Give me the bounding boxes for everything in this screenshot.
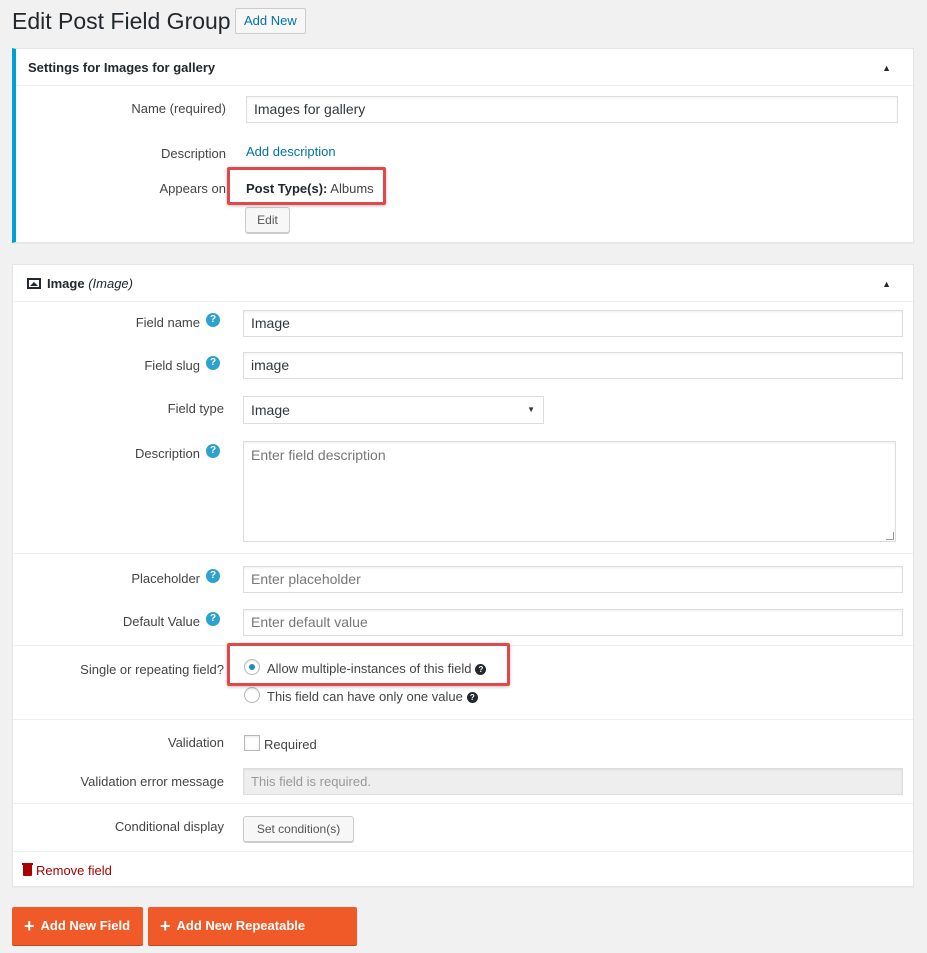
highlight-box bbox=[227, 643, 510, 686]
placeholder-label: Placeholder bbox=[131, 571, 200, 586]
validation-message-input: This field is required. bbox=[243, 768, 903, 795]
help-icon[interactable]: ? bbox=[206, 444, 220, 458]
question-icon[interactable]: ? bbox=[466, 692, 478, 703]
radio-single-label[interactable]: This field can have only one value? bbox=[267, 689, 478, 704]
highlight-box bbox=[227, 167, 386, 205]
image-icon bbox=[27, 278, 41, 289]
divider bbox=[13, 851, 913, 852]
help-icon[interactable]: ? bbox=[206, 612, 220, 626]
help-icon[interactable]: ? bbox=[206, 569, 220, 583]
group-name-input[interactable]: Images for gallery bbox=[246, 96, 898, 123]
default-value-label: Default Value bbox=[122, 614, 200, 629]
description-placeholder: Enter field description bbox=[251, 447, 386, 463]
required-checkbox[interactable] bbox=[244, 735, 260, 751]
remove-field-text: Remove field bbox=[36, 863, 112, 878]
divider bbox=[13, 803, 913, 804]
name-label: Name (required) bbox=[131, 101, 226, 116]
placeholder-input[interactable]: Enter placeholder bbox=[243, 566, 903, 593]
plus-icon: + bbox=[24, 916, 35, 936]
field-name-label: Field name bbox=[135, 315, 200, 330]
remove-field-link[interactable]: Remove field bbox=[22, 863, 112, 878]
add-new-button[interactable]: Add New bbox=[235, 8, 306, 34]
settings-panel: Settings for Images for gallery ▲ Name (… bbox=[12, 48, 914, 243]
chevron-down-icon: ▼ bbox=[527, 405, 535, 414]
help-icon[interactable]: ? bbox=[206, 313, 220, 327]
add-new-repeatable-group-label: Add New Repeatable Group bbox=[176, 918, 306, 933]
radio-single[interactable] bbox=[244, 687, 260, 703]
field-slug-input[interactable]: image bbox=[243, 352, 903, 379]
divider bbox=[13, 719, 913, 720]
set-condition-button[interactable]: Set condition(s) bbox=[243, 816, 354, 842]
appears-on-label: Appears on bbox=[159, 181, 227, 196]
repeat-label: Single or repeating field? bbox=[80, 662, 224, 677]
collapse-icon[interactable]: ▲ bbox=[882, 279, 891, 289]
add-new-field-button[interactable]: + Add New Field bbox=[12, 907, 143, 945]
required-label[interactable]: Required bbox=[264, 737, 317, 752]
validation-message-label: Validation error message bbox=[80, 774, 224, 789]
field-type-select[interactable]: Image ▼ bbox=[243, 396, 544, 424]
page-title: Edit Post Field Group bbox=[12, 8, 231, 34]
add-new-repeatable-group-button[interactable]: + Add New Repeatable Group bbox=[148, 907, 357, 945]
settings-panel-header[interactable]: Settings for Images for gallery ▲ bbox=[16, 49, 913, 86]
field-title: Image bbox=[47, 276, 85, 291]
plus-icon: + bbox=[160, 916, 171, 936]
description-label: Description bbox=[134, 446, 200, 461]
field-slug-label: Field slug bbox=[144, 358, 200, 373]
edit-button[interactable]: Edit bbox=[245, 207, 290, 233]
collapse-icon[interactable]: ▲ bbox=[882, 63, 891, 73]
field-type-hint: (Image) bbox=[88, 276, 133, 291]
conditional-label: Conditional display bbox=[114, 819, 224, 834]
field-type-label: Field type bbox=[167, 401, 224, 416]
field-type-value: Image bbox=[251, 402, 290, 418]
field-panel-header[interactable]: Image (Image) ▲ bbox=[13, 265, 913, 302]
settings-panel-title: Settings for Images for gallery bbox=[28, 60, 216, 75]
resize-handle[interactable] bbox=[886, 532, 894, 540]
radio-single-text: This field can have only one value bbox=[267, 689, 463, 704]
divider bbox=[13, 553, 913, 554]
help-icon[interactable]: ? bbox=[206, 356, 220, 370]
add-new-field-label: Add New Field bbox=[40, 918, 131, 933]
field-panel: Image (Image) ▲ Field name ? Image Field… bbox=[12, 264, 914, 887]
default-value-input[interactable]: Enter default value bbox=[243, 609, 903, 636]
field-name-input[interactable]: Image bbox=[243, 310, 903, 337]
add-description-link[interactable]: Add description bbox=[246, 144, 336, 159]
validation-label: Validation bbox=[167, 735, 224, 750]
field-panel-title: Image (Image) bbox=[27, 276, 133, 291]
field-description-textarea[interactable]: Enter field description bbox=[243, 441, 896, 542]
description-label: Description bbox=[160, 146, 226, 161]
trash-icon bbox=[22, 863, 33, 876]
